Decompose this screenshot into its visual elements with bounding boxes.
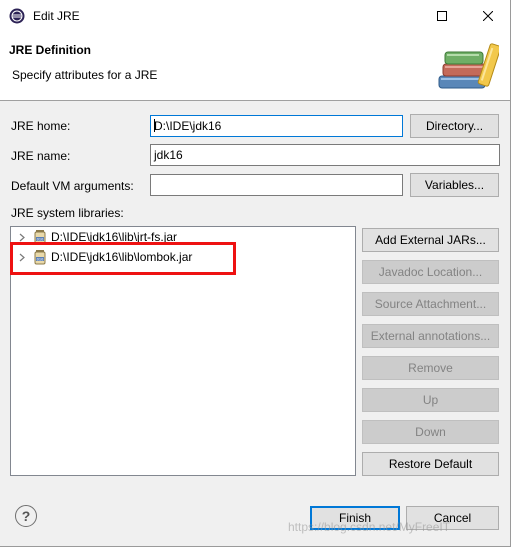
add-external-jars-button[interactable]: Add External JARs...: [362, 228, 499, 252]
libraries-label: JRE system libraries:: [11, 206, 124, 220]
source-attachment-button[interactable]: Source Attachment...: [362, 292, 499, 316]
jre-home-label: JRE home:: [11, 119, 71, 133]
watermark-text: https://blog.csdn.net/MyFreeIT: [288, 520, 451, 534]
javadoc-location-button[interactable]: Javadoc Location...: [362, 260, 499, 284]
close-window-button[interactable]: [465, 0, 511, 31]
jre-name-label: JRE name:: [11, 149, 71, 163]
maximize-icon: [437, 10, 447, 21]
variables-button[interactable]: Variables...: [410, 173, 499, 197]
close-icon: [483, 10, 493, 21]
vm-args-input[interactable]: [150, 174, 403, 196]
restore-default-button[interactable]: Restore Default: [362, 452, 499, 476]
directory-button[interactable]: Directory...: [410, 114, 499, 138]
library-books-icon: [437, 40, 502, 92]
annotation-highlight-box: [10, 242, 236, 275]
jre-name-input[interactable]: jdk16: [150, 144, 500, 166]
window-title: Edit JRE: [33, 9, 80, 23]
vm-args-label: Default VM arguments:: [11, 179, 134, 193]
jre-home-input[interactable]: D:\IDE\jdk16: [150, 115, 403, 137]
eclipse-app-icon: [9, 8, 25, 24]
header-title: JRE Definition: [9, 43, 92, 57]
help-icon[interactable]: ?: [15, 505, 37, 527]
svg-text:010: 010: [37, 237, 44, 241]
up-button[interactable]: Up: [362, 388, 499, 412]
external-annotations-button[interactable]: External annotations...: [362, 324, 499, 348]
remove-button[interactable]: Remove: [362, 356, 499, 380]
jre-home-value: D:\IDE\jdk16: [154, 119, 222, 133]
maximize-button[interactable]: [419, 0, 465, 31]
header-subtitle: Specify attributes for a JRE: [12, 68, 158, 82]
down-button[interactable]: Down: [362, 420, 499, 444]
